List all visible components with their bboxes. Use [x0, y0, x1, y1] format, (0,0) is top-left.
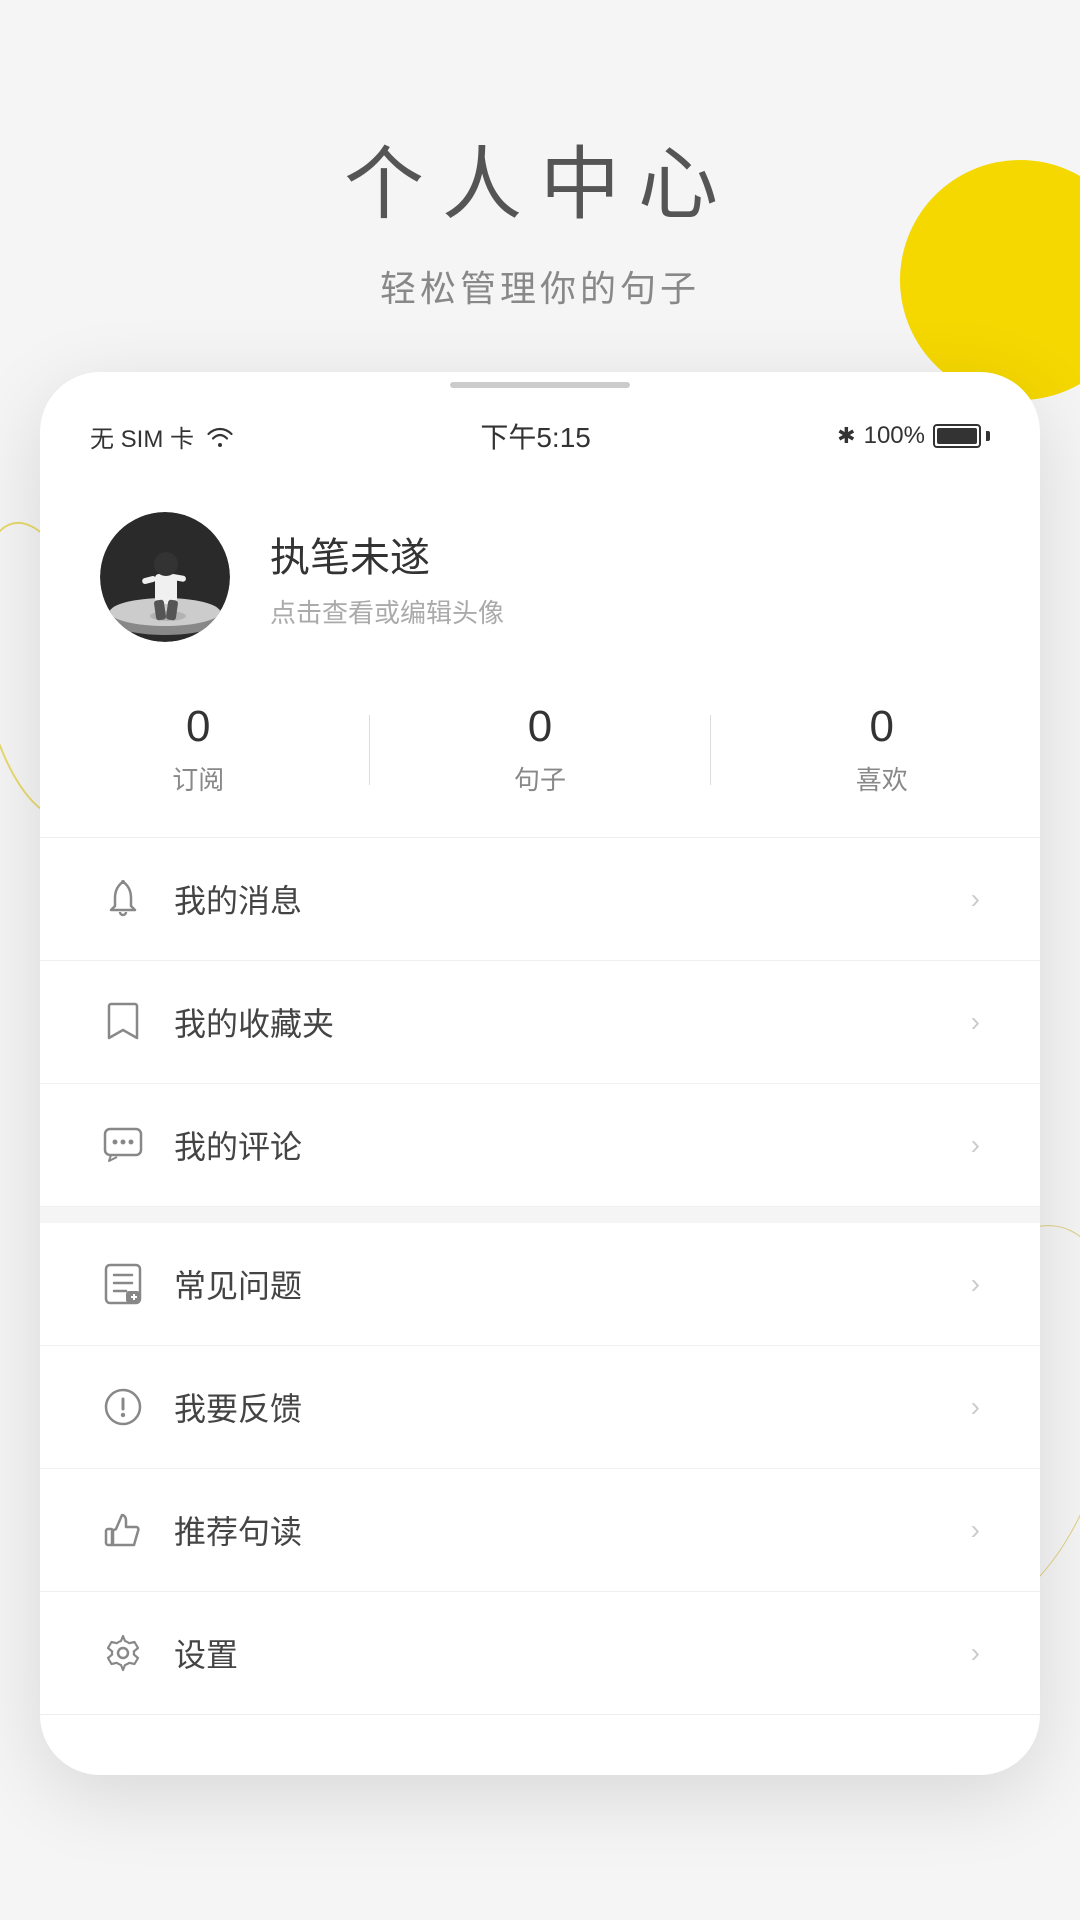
page-subtitle: 轻松管理你的句子 [0, 260, 1080, 312]
menu-group-2: 常见问题 › 我要反馈 › 推荐句读 › [40, 1223, 1040, 1715]
phone-indicator [40, 372, 1040, 388]
stat-sentences-label: 句子 [514, 760, 566, 797]
menu-item-comments[interactable]: 我的评论 › [40, 1084, 1040, 1206]
menu-item-favorites[interactable]: 我的收藏夹 › [40, 961, 1040, 1084]
stat-likes-number: 0 [870, 702, 894, 752]
stat-subscribe[interactable]: 0 订阅 [172, 702, 224, 797]
menu-item-messages[interactable]: 我的消息 › [40, 838, 1040, 961]
stat-likes[interactable]: 0 喜欢 [856, 702, 908, 797]
status-time: 下午5:15 [480, 416, 591, 456]
page-header: 个人中心 轻松管理你的句子 [0, 0, 1080, 372]
menu-group-separator [40, 1207, 1040, 1223]
stat-subscribe-label: 订阅 [172, 760, 224, 797]
stat-divider-1 [369, 715, 370, 785]
bluetooth-icon: ✱ [837, 423, 855, 449]
arrow-settings: › [971, 1637, 980, 1669]
arrow-faq: › [971, 1268, 980, 1300]
menu-label-favorites: 我的收藏夹 [174, 999, 943, 1045]
stat-likes-label: 喜欢 [856, 760, 908, 797]
profile-name: 执笔未遂 [270, 525, 980, 583]
menu-label-comments: 我的评论 [174, 1122, 943, 1168]
menu-item-settings[interactable]: 设置 › [40, 1592, 1040, 1714]
gear-icon [100, 1630, 146, 1676]
arrow-comments: › [971, 1129, 980, 1161]
menu-label-settings: 设置 [174, 1630, 943, 1676]
alert-icon [100, 1384, 146, 1430]
wifi-icon [206, 425, 234, 447]
status-left: 无 SIM 卡 [90, 419, 234, 454]
menu-label-recommend: 推荐句读 [174, 1507, 943, 1553]
avatar[interactable] [100, 512, 230, 642]
menu-group-1: 我的消息 › 我的收藏夹 › 我 [40, 838, 1040, 1207]
battery-percent: 100% [864, 422, 925, 450]
bookmark-icon [100, 999, 146, 1045]
profile-section[interactable]: 执笔未遂 点击查看或编辑头像 [40, 472, 1040, 682]
menu-label-feedback: 我要反馈 [174, 1384, 943, 1430]
menu-item-faq[interactable]: 常见问题 › [40, 1223, 1040, 1346]
stats-row: 0 订阅 0 句子 0 喜欢 [40, 682, 1040, 838]
stat-divider-2 [710, 715, 711, 785]
stat-subscribe-number: 0 [186, 702, 210, 752]
status-bar: 无 SIM 卡 下午5:15 ✱ 100% [40, 388, 1040, 472]
arrow-favorites: › [971, 1006, 980, 1038]
page-title: 个人中心 [0, 120, 1080, 236]
phone-mockup: 无 SIM 卡 下午5:15 ✱ 100% [40, 372, 1040, 1775]
menu-item-feedback[interactable]: 我要反馈 › [40, 1346, 1040, 1469]
profile-hint: 点击查看或编辑头像 [270, 593, 980, 630]
status-right: ✱ 100% [837, 422, 990, 450]
bell-icon [100, 876, 146, 922]
question-icon [100, 1261, 146, 1307]
profile-info: 执笔未遂 点击查看或编辑头像 [270, 525, 980, 630]
menu-label-faq: 常见问题 [174, 1261, 943, 1307]
sim-label: 无 SIM 卡 [90, 419, 194, 454]
thumb-icon [100, 1507, 146, 1553]
arrow-feedback: › [971, 1391, 980, 1423]
battery-icon [933, 424, 990, 448]
stat-sentences-number: 0 [528, 702, 552, 752]
phone-pill [450, 382, 630, 388]
arrow-messages: › [971, 883, 980, 915]
menu-item-recommend[interactable]: 推荐句读 › [40, 1469, 1040, 1592]
arrow-recommend: › [971, 1514, 980, 1546]
stat-sentences[interactable]: 0 句子 [514, 702, 566, 797]
menu-label-messages: 我的消息 [174, 876, 943, 922]
comment-icon [100, 1122, 146, 1168]
